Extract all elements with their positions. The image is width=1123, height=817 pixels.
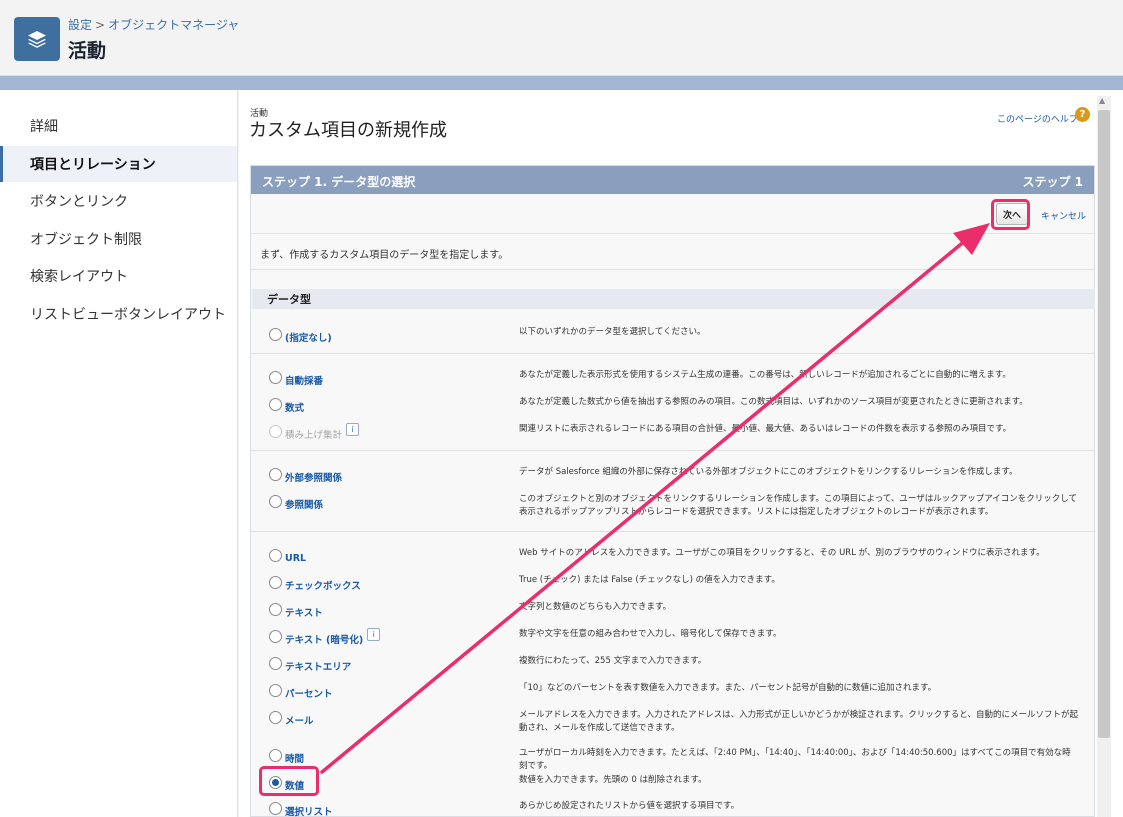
option-text-encrypted[interactable]: テキスト (暗号化) i (269, 627, 381, 646)
option-lookup[interactable]: 参照関係 (269, 493, 323, 511)
sidebar-item-object-limits[interactable]: オブジェクト制限 (0, 221, 237, 257)
divider (251, 353, 1094, 354)
option-text-area[interactable]: テキストエリア (269, 655, 351, 673)
option-description: このオブジェクトと別のオブジェクトをリンクするリレーションを作成します。この項目… (519, 494, 1078, 517)
divider (251, 269, 1094, 270)
breadcrumb: 設定 > オブジェクトマネージャ (68, 16, 239, 33)
option-none[interactable]: (指定なし) (269, 326, 332, 344)
option-description: 数値を入力できます。先頭の 0 は削除されます。 (519, 775, 707, 785)
radio-button[interactable] (269, 575, 282, 589)
form-title: カスタム項目の新規作成 (249, 120, 447, 141)
option-text[interactable]: テキスト (269, 601, 323, 619)
info-icon[interactable]: i (367, 627, 381, 641)
radio-button[interactable] (269, 397, 282, 411)
divider (251, 531, 1094, 532)
option-external-lookup[interactable]: 外部参照関係 (269, 466, 342, 484)
option-description: 以下のいずれかのデータ型を選択してください。 (519, 327, 706, 337)
option-formula[interactable]: 数式 (269, 396, 304, 414)
option-label[interactable]: 自動採番 (285, 373, 323, 387)
radio-button[interactable] (269, 467, 282, 481)
sidebar-item-search-layouts[interactable]: 検索レイアウト (0, 258, 237, 294)
option-auto-number[interactable]: 自動採番 (269, 369, 323, 387)
sidebar-item-list-view-button-layout[interactable]: リストビューボタンレイアウト (0, 296, 237, 332)
option-description: 数字や文字を任意の組み合わせで入力し、暗号化して保存できます。 (519, 629, 782, 639)
option-roll-up-summary: 積み上げ集計 i (269, 422, 360, 441)
sidebar-item-details[interactable]: 詳細 (0, 108, 237, 144)
option-percent[interactable]: パーセント (269, 682, 333, 700)
option-description: メールアドレスを入力できます。入力されたアドレスは、入力形式が正しいかどうかが検… (519, 710, 1078, 733)
radio-button[interactable] (269, 602, 282, 616)
next-button-highlight (991, 199, 1030, 230)
radio-button[interactable] (269, 548, 282, 562)
button-row: 次へ キャンセル (251, 194, 1094, 234)
scrollbar[interactable]: ▲ (1097, 96, 1111, 817)
option-label: 積み上げ集計 (285, 430, 343, 441)
option-label[interactable]: 参照関係 (285, 497, 323, 511)
scroll-up-arrow-icon[interactable]: ▲ (1099, 96, 1105, 105)
step-header: ステップ 1. データ型の選択 ステップ 1 (251, 166, 1094, 194)
option-description: True (チェック) または False (チェックなし) の値を入力できます… (519, 575, 780, 585)
option-label[interactable]: チェックボックス (285, 578, 361, 592)
radio-button[interactable] (269, 629, 282, 643)
help-icon[interactable]: ? (1075, 107, 1090, 122)
divider (251, 450, 1094, 451)
data-type-section-header: データ型 (252, 289, 1095, 309)
option-description: 関連リストに表示されるレコードにある項目の合計値、最小値、最大値、あるいはレコー… (519, 424, 1012, 434)
option-description: 文字列と数値のどちらも入力できます。 (519, 602, 672, 612)
main-content: 活動 カスタム項目の新規作成 このページのヘルプ ? ▲ ステップ 1. データ… (239, 90, 1123, 817)
header-band (0, 76, 1123, 90)
intro-text: まず、作成するカスタム項目のデータ型を指定します。 (260, 250, 509, 261)
radio-button[interactable] (269, 370, 282, 384)
option-description: 「10」などのパーセントを表す数値を入力できます。また、パーセント記号が自動的に… (519, 683, 937, 693)
option-picklist[interactable]: 選択リスト (269, 800, 333, 817)
breadcrumb-separator: > (95, 18, 106, 32)
option-description: Web サイトのアドレスを入力できます。ユーザがこの項目をクリックすると、その … (519, 548, 1045, 558)
option-label[interactable]: 選択リスト (285, 804, 333, 817)
breadcrumb-setup[interactable]: 設定 (68, 18, 92, 32)
sidebar: 詳細 項目とリレーション ボタンとリンク オブジェクト制限 検索レイアウト リス… (0, 90, 238, 817)
cancel-link[interactable]: キャンセル (1041, 209, 1086, 222)
number-option-highlight (259, 766, 319, 796)
option-label[interactable]: 数式 (285, 400, 304, 414)
option-label[interactable]: テキスト (285, 605, 323, 619)
option-label[interactable]: 外部参照関係 (285, 470, 342, 484)
option-label[interactable]: テキストエリア (285, 659, 351, 673)
breadcrumb-object-manager[interactable]: オブジェクトマネージャ (108, 18, 239, 32)
radio-button[interactable] (269, 710, 282, 724)
option-label[interactable]: メール (285, 713, 314, 727)
option-label[interactable]: パーセント (285, 686, 333, 700)
step-panel: ステップ 1. データ型の選択 ステップ 1 次へ キャンセル まず、作成するカ… (250, 165, 1095, 817)
option-label[interactable]: URL (285, 553, 306, 564)
layers-icon (14, 17, 60, 61)
radio-button[interactable] (269, 494, 282, 508)
option-time[interactable]: 時間 (269, 747, 304, 765)
option-description: データが Salesforce 組織の外部に保存されている外部オブジェクトにこの… (519, 467, 1018, 477)
radio-button[interactable] (269, 683, 282, 697)
scroll-thumb[interactable] (1098, 110, 1110, 738)
option-checkbox[interactable]: チェックボックス (269, 574, 361, 592)
radio-button[interactable] (269, 327, 282, 341)
info-icon[interactable]: i (346, 422, 360, 436)
radio-button (269, 424, 282, 438)
option-description: あなたが定義した表示形式を使用するシステム生成の連番。この番号は、新しいレコード… (519, 370, 1011, 380)
option-label[interactable]: (指定なし) (285, 330, 332, 344)
step-title: ステップ 1. データ型の選択 (262, 175, 416, 189)
option-description: あなたが定義した数式から値を抽出する参照のみの項目。この数式項目は、いずれかのソ… (519, 397, 1028, 407)
option-email[interactable]: メール (269, 709, 314, 727)
radio-button[interactable] (269, 656, 282, 670)
sidebar-item-buttons-links[interactable]: ボタンとリンク (0, 183, 237, 219)
option-label[interactable]: テキスト (暗号化) (285, 632, 363, 646)
radio-button[interactable] (269, 748, 282, 762)
help-link[interactable]: このページのヘルプ (997, 112, 1078, 125)
step-number: ステップ 1 (1022, 175, 1083, 189)
option-description: ユーザがローカル時刻を入力できます。たとえば、「2:40 PM」、「14:40」… (519, 748, 1071, 771)
sidebar-item-fields-relationships[interactable]: 項目とリレーション (0, 146, 237, 182)
page-title: 活動 (68, 40, 107, 62)
option-description: あらかじめ設定されたリストから値を選択する項目です。 (519, 801, 740, 811)
option-label[interactable]: 時間 (285, 751, 304, 765)
option-description: 複数行にわたって、255 文字まで入力できます。 (519, 656, 707, 666)
page-header: 設定 > オブジェクトマネージャ 活動 (0, 0, 1123, 76)
option-url[interactable]: URL (269, 547, 306, 564)
radio-button[interactable] (269, 801, 282, 815)
